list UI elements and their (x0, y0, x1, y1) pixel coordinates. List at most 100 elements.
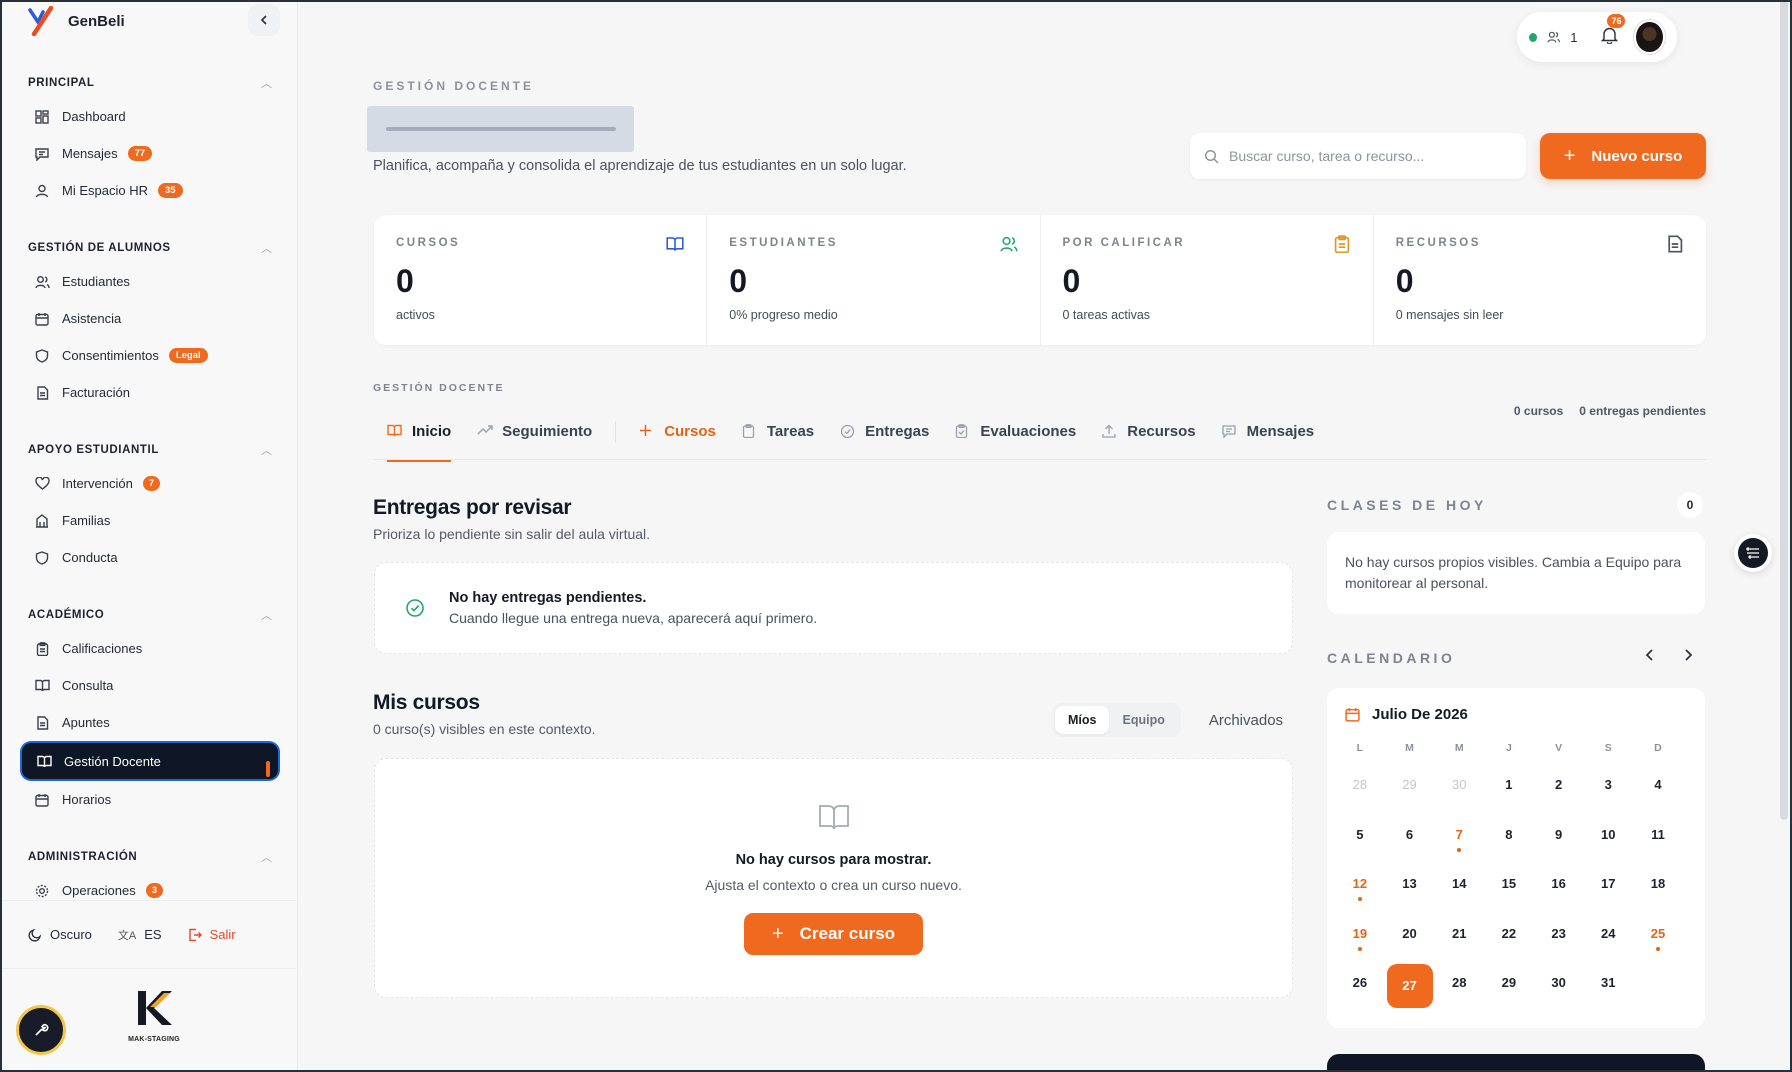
collapse-sidebar-button[interactable] (248, 4, 280, 36)
calendar-day[interactable]: 20 (1385, 915, 1435, 965)
calendar-icon (34, 792, 50, 808)
calendar-day[interactable]: 31 (1583, 964, 1633, 1014)
logout-button[interactable]: Salir (188, 927, 236, 942)
calendar-day[interactable]: 29 (1385, 766, 1435, 816)
sidebar-item-apuntes[interactable]: Apuntes (2, 704, 298, 741)
calendar-day-selected[interactable]: 27 (1385, 964, 1435, 1014)
sidebar-item-consentimientos[interactable]: Consentimientos Legal (2, 337, 298, 374)
calendar-day[interactable]: 6 (1385, 816, 1435, 866)
sidebar-item-dashboard[interactable]: Dashboard (2, 98, 298, 135)
sidebar-item-facturacion[interactable]: Facturación (2, 374, 298, 411)
calendar-day[interactable]: 17 (1583, 865, 1633, 915)
section-academico[interactable]: ACADÉMICO ︿ (2, 600, 298, 630)
calendar-day[interactable]: 10 (1583, 816, 1633, 866)
tab-mensajes[interactable]: Mensajes (1209, 412, 1328, 452)
selected-day-label: 27 (1386, 964, 1433, 1008)
calendar-day[interactable]: 4 (1633, 766, 1683, 816)
scope-equipo-button[interactable]: Equipo (1109, 706, 1177, 734)
tab-evaluaciones[interactable]: Evaluaciones (942, 412, 1089, 452)
scope-mios-button[interactable]: Míos (1055, 706, 1110, 734)
calendar-day[interactable]: 1 (1484, 766, 1534, 816)
sidebar-nav[interactable]: PRINCIPAL ︿ Dashboard Mensajes 77 Mi Esp… (2, 68, 298, 900)
sidebar-item-familias[interactable]: Familias (2, 502, 298, 539)
today-card: No hay cursos propios visibles. Cambia a… (1327, 532, 1705, 614)
tab-inicio[interactable]: Inicio (374, 412, 464, 462)
calendar-day[interactable]: 13 (1385, 865, 1435, 915)
calendar-day[interactable]: 24 (1583, 915, 1633, 965)
stat-label: ESTUDIANTES (729, 237, 838, 249)
tab-recursos[interactable]: Recursos (1089, 412, 1208, 452)
section-gestion-alumnos[interactable]: GESTIÓN DE ALUMNOS ︿ (2, 233, 298, 263)
section-principal[interactable]: PRINCIPAL ︿ (2, 68, 298, 98)
calendar-day[interactable]: 18 (1633, 865, 1683, 915)
page-scrollbar[interactable] (1780, 0, 1788, 820)
calendar-title: CALENDARIO (1327, 650, 1456, 666)
calendar-day[interactable]: 30 (1434, 766, 1484, 816)
document-icon (34, 385, 50, 401)
sidebar-item-label: Familias (62, 513, 111, 528)
sidebar-item-label: Operaciones (62, 883, 136, 898)
sidebar-item-horarios[interactable]: Horarios (2, 781, 298, 818)
avatar[interactable] (1634, 20, 1665, 54)
calendar-day-event[interactable]: 19 (1335, 915, 1385, 965)
sidebar-item-estudiantes[interactable]: Estudiantes (2, 263, 298, 300)
calendar-day[interactable]: 11 (1633, 816, 1683, 866)
tab-entregas[interactable]: Entregas (827, 412, 942, 452)
calendar-day[interactable]: 29 (1484, 964, 1534, 1014)
calendar-day[interactable]: 22 (1484, 915, 1534, 965)
org-label: MAK-STAGING (128, 1036, 180, 1043)
calendar-day[interactable]: 2 (1534, 766, 1584, 816)
entregas-empty-title: No hay entregas pendientes. (449, 590, 647, 606)
search-input[interactable] (1229, 148, 1509, 164)
create-course-button[interactable]: + Crear curso (743, 913, 924, 955)
stat-label: POR CALIFICAR (1062, 237, 1186, 249)
calendar-day[interactable]: 30 (1534, 964, 1584, 1014)
today-title: CLASES DE HOY (1327, 497, 1487, 513)
calendar-day[interactable]: 15 (1484, 865, 1534, 915)
calendar-day[interactable]: 16 (1534, 865, 1584, 915)
calendar-prev-button[interactable] (1644, 648, 1656, 667)
tools-button[interactable] (16, 1005, 66, 1055)
calendar-next-button[interactable] (1682, 648, 1694, 667)
calendar-day-event[interactable]: 7 (1434, 816, 1484, 866)
sidebar-item-mi-espacio-hr[interactable]: Mi Espacio HR 35 (2, 172, 298, 209)
floating-filter-button[interactable] (1734, 534, 1772, 572)
new-course-button[interactable]: + Nuevo curso (1540, 133, 1706, 179)
calendar-day[interactable]: 3 (1583, 766, 1633, 816)
sidebar-item-asistencia[interactable]: Asistencia (2, 300, 298, 337)
calendar-day[interactable]: 28 (1335, 766, 1385, 816)
theme-toggle[interactable]: Oscuro (28, 927, 92, 942)
calendar-day-event[interactable]: 25 (1633, 915, 1683, 965)
sidebar-item-mensajes[interactable]: Mensajes 77 (2, 135, 298, 172)
brand[interactable]: GenBeli (26, 5, 125, 37)
sidebar-item-intervencion[interactable]: Intervención 7 (2, 465, 298, 502)
calendar-day[interactable]: 9 (1534, 816, 1584, 866)
new-course-label: Nuevo curso (1591, 147, 1683, 165)
calendar-day[interactable]: 28 (1434, 964, 1484, 1014)
calendar-day[interactable]: 23 (1534, 915, 1584, 965)
archived-button[interactable]: Archivados (1209, 712, 1283, 729)
sidebar-item-operaciones[interactable]: Operaciones 3 (2, 872, 298, 900)
calendar-day[interactable]: 26 (1335, 964, 1385, 1014)
section-apoyo-estudiantil[interactable]: APOYO ESTUDIANTIL ︿ (2, 435, 298, 465)
tab-seguimiento[interactable]: Seguimiento (464, 412, 605, 452)
notifications-button[interactable]: 76 (1601, 13, 1626, 49)
theme-label: Oscuro (50, 927, 92, 942)
calendar-day[interactable]: 21 (1434, 915, 1484, 965)
calendar-day[interactable]: 5 (1335, 816, 1385, 866)
tab-tareas[interactable]: Tareas (729, 412, 827, 452)
sidebar-item-consulta[interactable]: Consulta (2, 667, 298, 704)
section-administracion[interactable]: ADMINISTRACIÓN ︿ (2, 842, 298, 872)
sidebar-item-calificaciones[interactable]: Calificaciones (2, 630, 298, 667)
calendar-month-label: Julio De 2026 (1372, 706, 1468, 723)
sidebar-item-label: Consulta (62, 678, 114, 693)
calendar-day[interactable]: 8 (1484, 816, 1534, 866)
sidebar-item-gestion-docente[interactable]: Gestión Docente (22, 743, 278, 779)
sidebar-item-conducta[interactable]: Conducta (2, 539, 298, 576)
tab-label: Inicio (412, 423, 452, 440)
language-toggle[interactable]: 文A ES (118, 927, 162, 943)
calendar-day[interactable]: 14 (1434, 865, 1484, 915)
tab-cursos[interactable]: Cursos (626, 412, 729, 452)
search-box[interactable] (1190, 133, 1526, 179)
calendar-day-event[interactable]: 12 (1335, 865, 1385, 915)
